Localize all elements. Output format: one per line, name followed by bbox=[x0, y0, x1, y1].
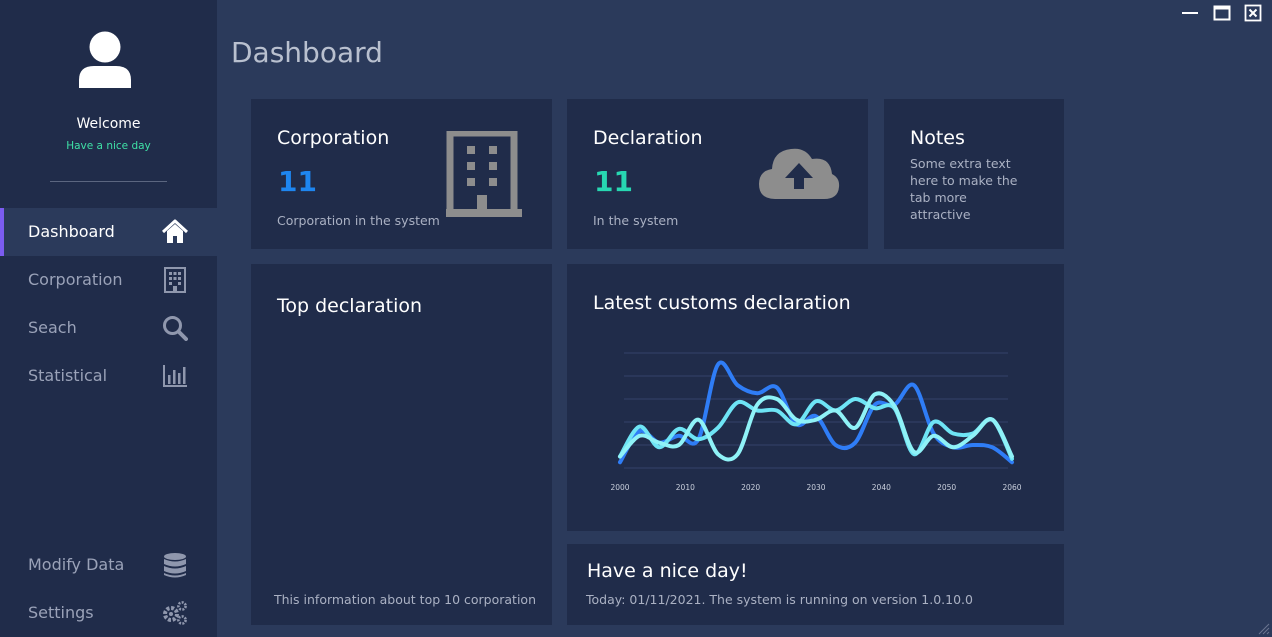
building-icon bbox=[164, 267, 186, 293]
top-declaration-title: Top declaration bbox=[277, 295, 423, 317]
sidebar-item-statistical[interactable]: Statistical bbox=[0, 352, 217, 400]
chart-x-tick-label: 2010 bbox=[676, 483, 695, 492]
nice-day-title: Have a nice day! bbox=[587, 560, 748, 582]
system-status-text: Today: 01/11/2021. The system is running… bbox=[586, 592, 973, 607]
chart-x-tick-label: 2000 bbox=[610, 483, 629, 492]
page-title: Dashboard bbox=[231, 36, 383, 69]
maximize-icon[interactable] bbox=[1213, 4, 1231, 22]
nice-day-card: Have a nice day! Today: 01/11/2021. The … bbox=[567, 544, 1064, 625]
notes-card-title: Notes bbox=[910, 127, 965, 149]
declaration-count: 11 bbox=[594, 165, 633, 198]
sidebar-item-settings[interactable]: Settings bbox=[0, 589, 217, 637]
sidebar: Welcome Have a nice day Dashboard Corpor… bbox=[0, 0, 217, 637]
close-icon[interactable] bbox=[1244, 4, 1262, 22]
greeting-text: Have a nice day bbox=[66, 140, 151, 152]
chart-x-tick-label: 2030 bbox=[806, 483, 825, 492]
user-avatar-icon bbox=[79, 31, 131, 88]
building-icon bbox=[446, 131, 522, 217]
sidebar-item-modify-data[interactable]: Modify Data bbox=[0, 541, 217, 589]
top-declaration-card: Top declaration This information about t… bbox=[251, 264, 552, 625]
sidebar-item-corporation[interactable]: Corporation bbox=[0, 256, 217, 304]
chart-x-tick-label: 2020 bbox=[741, 483, 760, 492]
search-icon bbox=[163, 316, 188, 341]
chart-x-tick-label: 2060 bbox=[1002, 483, 1021, 492]
notes-text: Some extra text here to make the tab mor… bbox=[910, 156, 1018, 222]
sidebar-item-label: Settings bbox=[28, 603, 94, 622]
chart-x-tick-label: 2050 bbox=[937, 483, 956, 492]
sidebar-item-label: Seach bbox=[28, 318, 77, 337]
database-icon bbox=[164, 553, 186, 578]
sidebar-item-label: Dashboard bbox=[28, 222, 115, 241]
top-declaration-footer: This information about top 10 corporatio… bbox=[274, 592, 536, 607]
chart-series-line-2 bbox=[618, 397, 1014, 461]
chart-x-tick-label: 2040 bbox=[872, 483, 891, 492]
sidebar-item-label: Corporation bbox=[28, 270, 123, 289]
declaration-card-title: Declaration bbox=[593, 127, 703, 149]
corporation-subtitle: Corporation in the system bbox=[277, 213, 440, 228]
welcome-text: Welcome bbox=[76, 116, 141, 132]
home-icon bbox=[162, 219, 188, 243]
cloud-upload-icon bbox=[759, 148, 840, 199]
bar-chart-icon bbox=[163, 365, 187, 387]
sidebar-item-search[interactable]: Seach bbox=[0, 304, 217, 352]
sidebar-divider bbox=[50, 181, 167, 182]
corporation-card-title: Corporation bbox=[277, 127, 390, 149]
gears-icon bbox=[163, 601, 187, 625]
corporation-count: 11 bbox=[278, 165, 317, 198]
sidebar-item-label: Statistical bbox=[28, 366, 108, 385]
corporation-card: Corporation 11 Corporation in the system bbox=[251, 99, 552, 249]
sidebar-item-label: Modify Data bbox=[28, 555, 125, 574]
active-indicator bbox=[0, 208, 4, 256]
resize-grip-icon[interactable] bbox=[1258, 623, 1270, 635]
declaration-card: Declaration 11 In the system bbox=[567, 99, 868, 249]
minimize-icon[interactable] bbox=[1181, 4, 1199, 22]
latest-declaration-card: Latest customs declaration 2000 2010 2020 2… bbox=[567, 264, 1064, 531]
latest-declaration-chart: 2000 2010 2020 2030 2040 2050 2060 bbox=[610, 352, 1022, 492]
declaration-subtitle: In the system bbox=[593, 213, 679, 228]
sidebar-item-dashboard[interactable]: Dashboard bbox=[0, 208, 217, 256]
notes-card: Notes Some extra text here to make the t… bbox=[884, 99, 1064, 249]
